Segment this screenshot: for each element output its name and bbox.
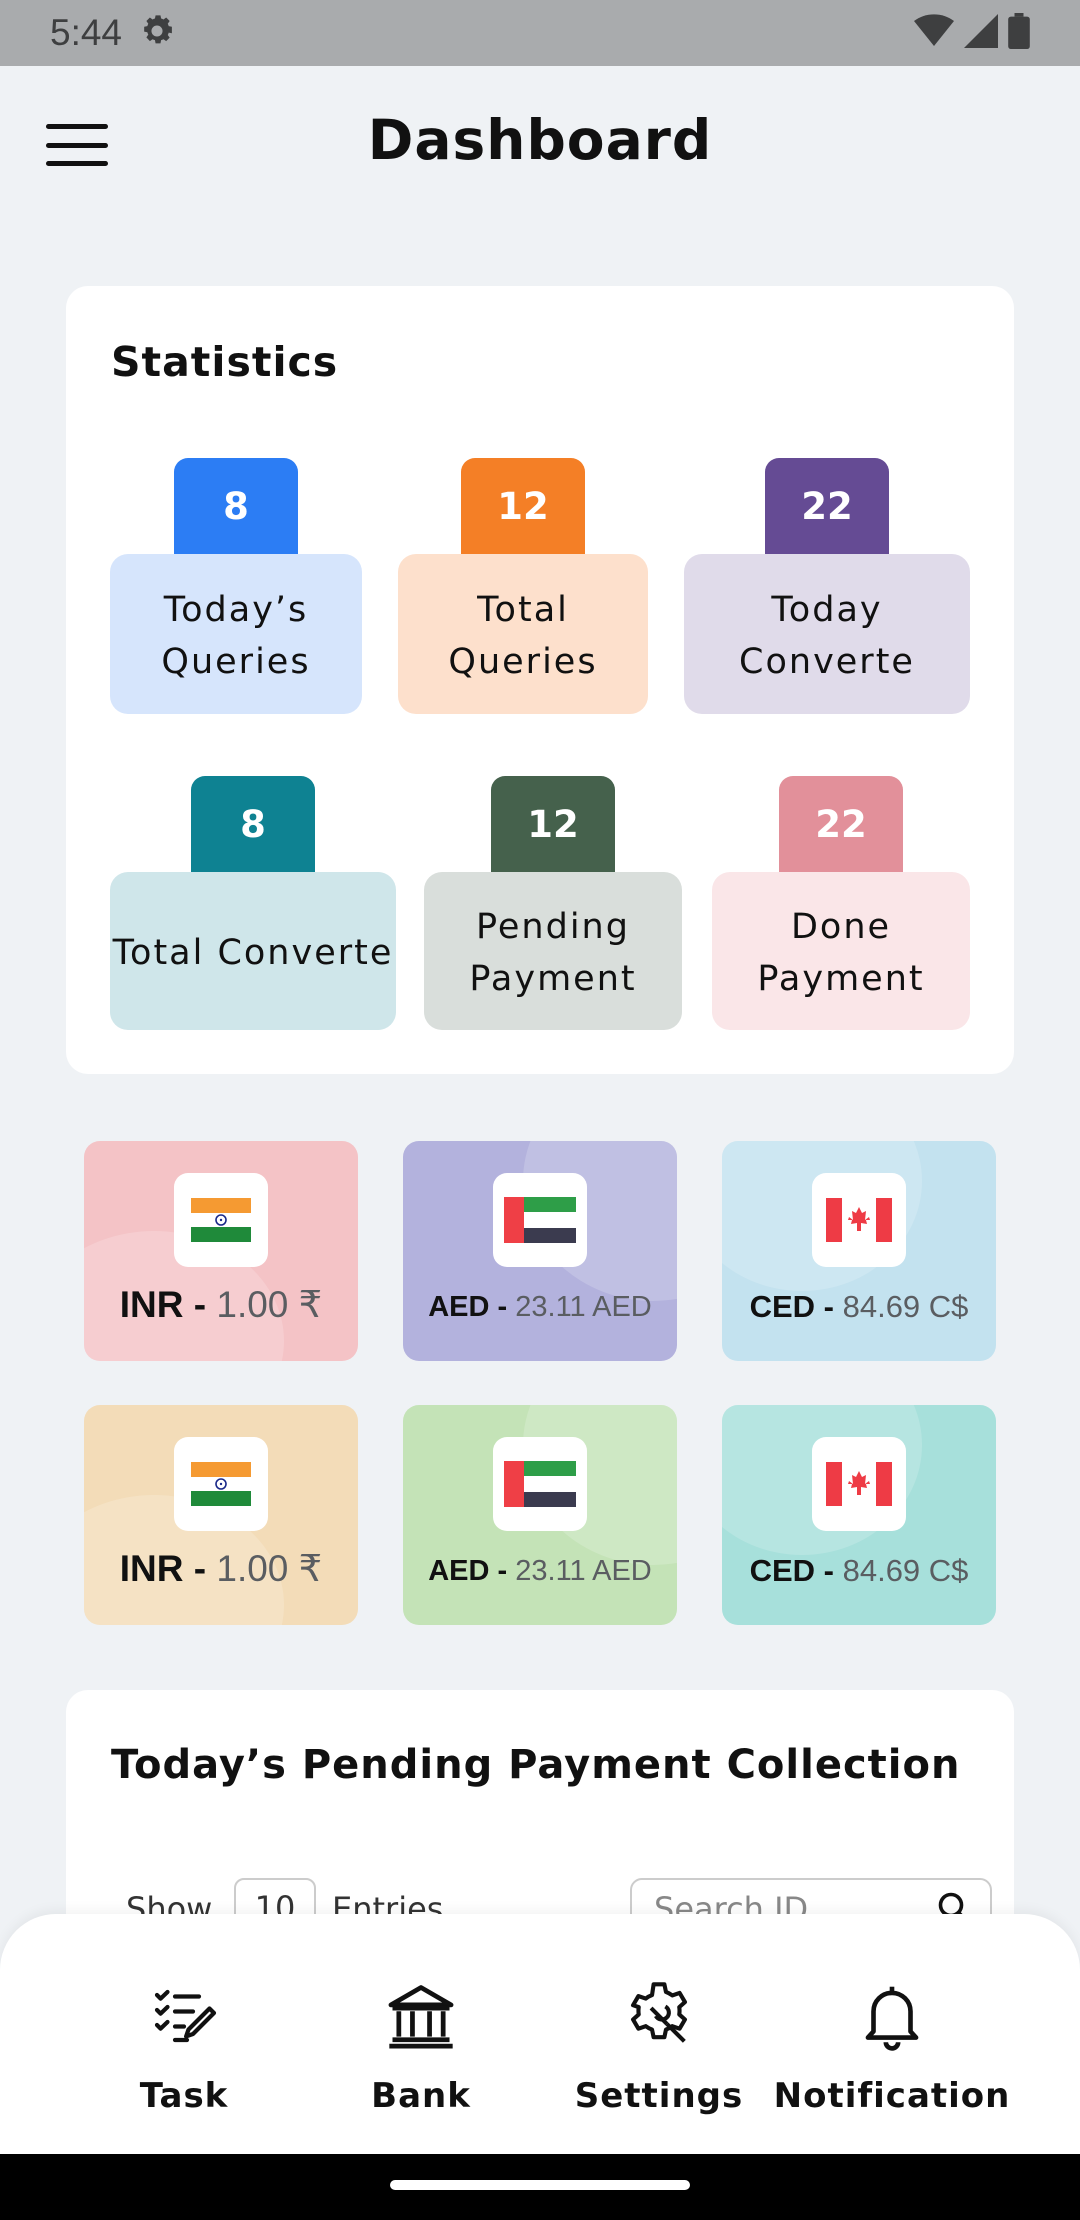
stat-label-box: Total Queries: [398, 554, 648, 714]
settings-icon: [619, 1976, 699, 2056]
bottom-nav: Task Bank Settings Notification: [0, 1914, 1080, 2154]
page-title: Dashboard: [367, 108, 713, 172]
statistics-title: Statistics: [111, 338, 339, 386]
battery-icon: [1008, 13, 1030, 53]
gear-icon: [138, 12, 176, 54]
signal-icon: [964, 14, 998, 52]
stat-value-badge: 8: [191, 776, 315, 872]
wifi-icon: [914, 14, 954, 52]
nav-settings[interactable]: Settings: [539, 1914, 779, 2154]
currency-rate: 84.69 C$: [842, 1553, 969, 1588]
stat-total-queries[interactable]: Total Queries 12: [398, 458, 648, 714]
currency-rate: 84.69 C$: [842, 1289, 969, 1324]
currency-code: CED -: [749, 1289, 834, 1324]
currency-code: AED -: [428, 1555, 508, 1587]
currency-rate: 1.00 ₹: [216, 1548, 323, 1589]
india-flag-icon: [174, 1173, 268, 1267]
stat-label-box: Done Payment: [712, 872, 970, 1030]
statistics-card: Statistics Today’s Queries 8 Total Queri…: [66, 286, 1014, 1074]
status-bar: 5:44: [0, 0, 1080, 66]
stat-label-box: Today’s Queries: [110, 554, 362, 714]
currency-card-aed[interactable]: AED - 23.11 AED: [403, 1405, 677, 1625]
app-bar: Dashboard: [0, 66, 1080, 222]
stat-value-badge: 22: [779, 776, 903, 872]
currency-rate: 23.11 AED: [515, 1555, 652, 1587]
stat-value-badge: 8: [174, 458, 298, 554]
currency-code: AED -: [428, 1291, 508, 1323]
currency-rate: 23.11 AED: [515, 1291, 652, 1323]
canada-flag-icon: [812, 1173, 906, 1267]
nav-label: Bank: [371, 2076, 471, 2116]
currency-code: INR -: [119, 1284, 207, 1325]
currency-code: INR -: [119, 1548, 207, 1589]
nav-label: Settings: [574, 2076, 744, 2116]
currency-card-aed[interactable]: AED - 23.11 AED: [403, 1141, 677, 1361]
task-icon: [144, 1976, 224, 2056]
system-navigation-bar: [0, 2154, 1080, 2220]
currency-card-inr[interactable]: INR - 1.00 ₹: [84, 1405, 358, 1625]
stat-label-box: Total Converte: [110, 872, 396, 1030]
bell-icon: [852, 1976, 932, 2056]
bank-icon: [381, 1976, 461, 2056]
currency-card-inr[interactable]: INR - 1.00 ₹: [84, 1141, 358, 1361]
nav-label: Notification: [773, 2076, 1011, 2116]
nav-notification[interactable]: Notification: [772, 1914, 1012, 2154]
stat-todays-queries[interactable]: Today’s Queries 8: [110, 458, 362, 714]
currency-card-ced[interactable]: CED - 84.69 C$: [722, 1405, 996, 1625]
stat-today-converte[interactable]: Today Converte 22: [684, 458, 970, 714]
canada-flag-icon: [812, 1437, 906, 1531]
home-gesture-handle[interactable]: [390, 2180, 690, 2190]
currency-code: CED -: [749, 1553, 834, 1588]
stat-label-box: Today Converte: [684, 554, 970, 714]
pending-title: Today’s Pending Payment Collection: [111, 1742, 961, 1788]
stat-value-badge: 12: [461, 458, 585, 554]
stat-pending-payment[interactable]: Pending Payment 12: [424, 776, 682, 1030]
stat-label-box: Pending Payment: [424, 872, 682, 1030]
stat-value-badge: 22: [765, 458, 889, 554]
currency-rate: 1.00 ₹: [216, 1284, 323, 1325]
india-flag-icon: [174, 1437, 268, 1531]
stat-done-payment[interactable]: Done Payment 22: [712, 776, 970, 1030]
currency-card-ced[interactable]: CED - 84.69 C$: [722, 1141, 996, 1361]
status-time: 5:44: [50, 12, 123, 53]
nav-label: Task: [139, 2076, 229, 2116]
stat-total-converte[interactable]: Total Converte 8: [110, 776, 396, 1030]
uae-flag-icon: [493, 1173, 587, 1267]
uae-flag-icon: [493, 1437, 587, 1531]
nav-task[interactable]: Task: [64, 1914, 304, 2154]
nav-bank[interactable]: Bank: [301, 1914, 541, 2154]
stat-value-badge: 12: [491, 776, 615, 872]
